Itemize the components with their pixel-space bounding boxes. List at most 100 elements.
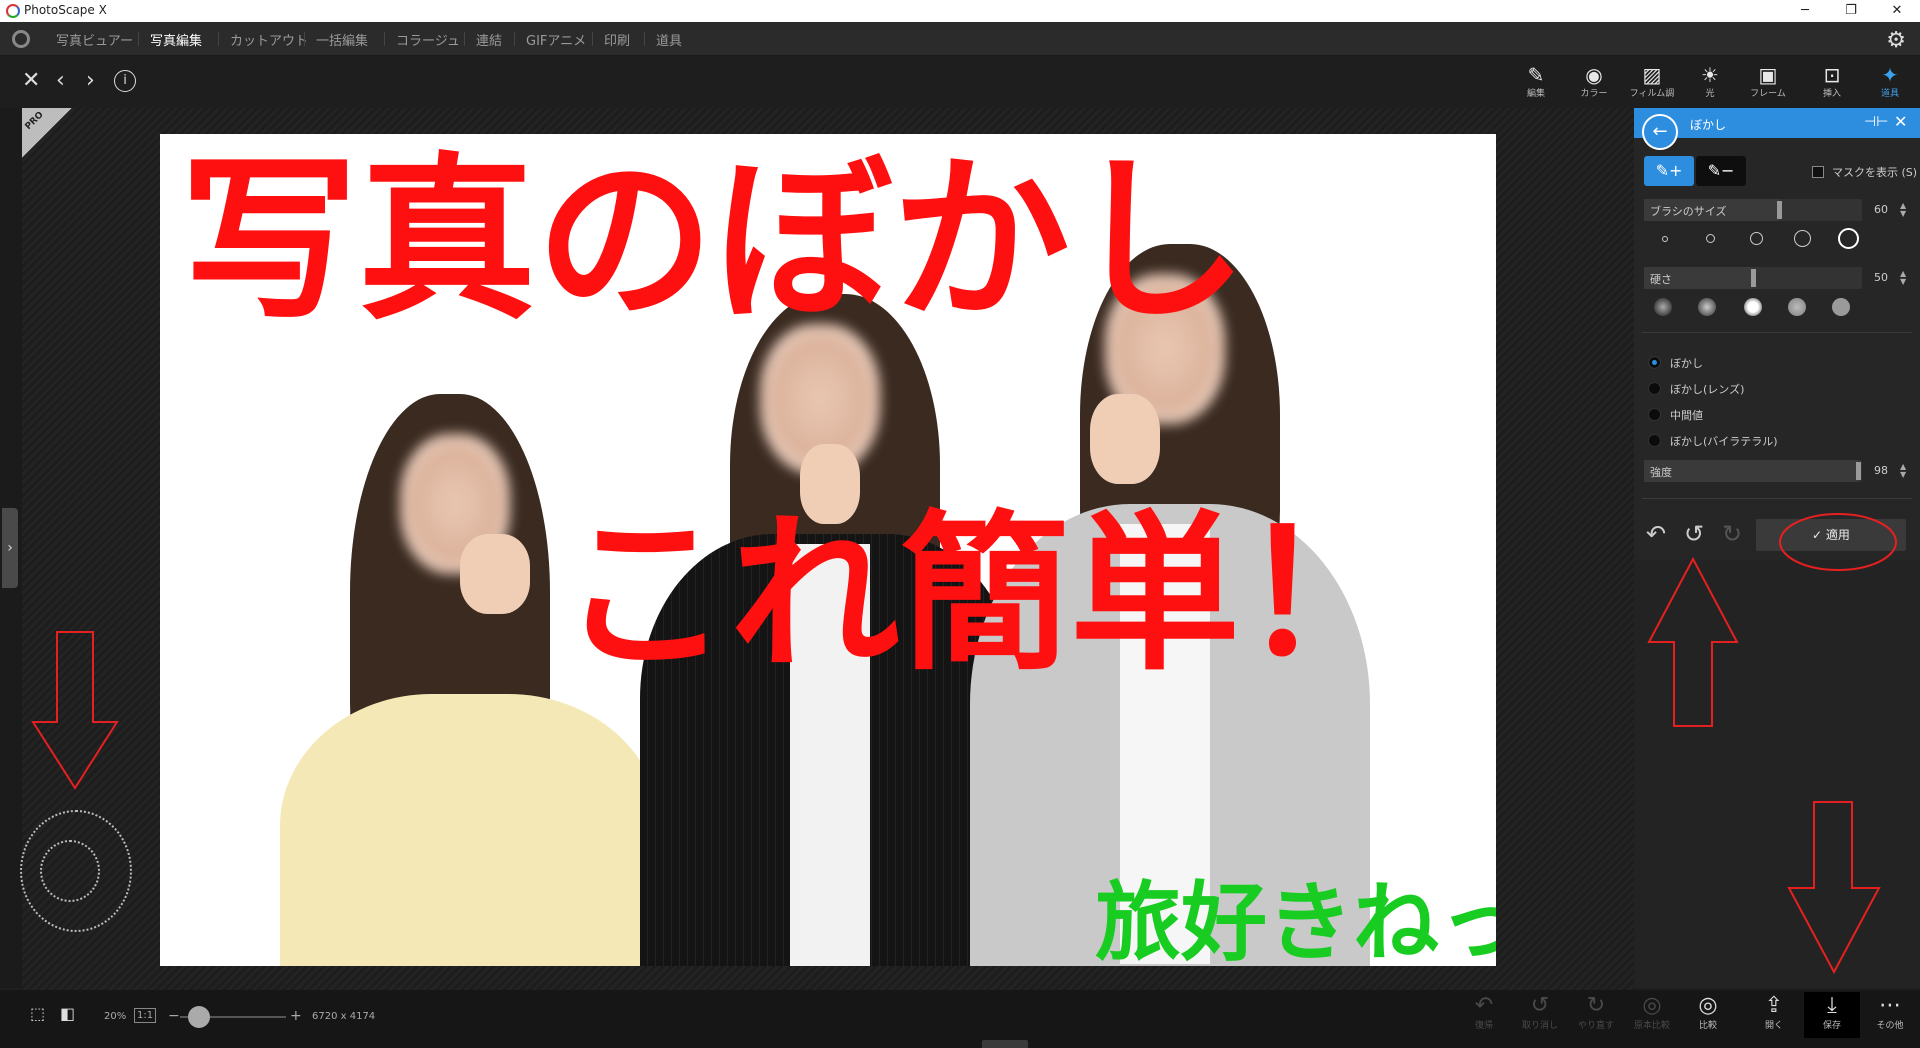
- brush-size-preset-3[interactable]: [1750, 232, 1763, 245]
- menu-batch[interactable]: 一括編集: [314, 30, 370, 49]
- menu-tools[interactable]: 道具: [654, 30, 684, 49]
- hardness-value[interactable]: 50: [1874, 271, 1888, 284]
- gear-icon[interactable]: ⚙: [1886, 28, 1906, 53]
- show-mask-checkbox[interactable]: [1812, 166, 1824, 178]
- back-arrow-icon[interactable]: ←: [1642, 114, 1678, 150]
- redo-button[interactable]: ↻ やり直す: [1568, 992, 1624, 1038]
- brush-erase-button[interactable]: ✎−: [1696, 156, 1746, 186]
- zoom-out-button[interactable]: −: [168, 1008, 180, 1024]
- app-home-icon[interactable]: [12, 30, 30, 48]
- panel-close-icon[interactable]: ✕: [1894, 112, 1907, 131]
- brush-size-stepper[interactable]: ▲ ▼: [1900, 202, 1906, 218]
- next-icon[interactable]: ›: [86, 68, 95, 93]
- tool-tools[interactable]: ✦ 道具: [1862, 62, 1918, 108]
- hardness-preset-1[interactable]: [1654, 298, 1672, 316]
- tool-color[interactable]: ◉ カラー: [1566, 62, 1622, 108]
- reset-icon[interactable]: ↶: [1646, 520, 1666, 548]
- strength-value[interactable]: 98: [1874, 464, 1888, 477]
- brush-minus-icon: ✎−: [1707, 161, 1735, 180]
- hardness-slider[interactable]: 硬さ: [1644, 267, 1862, 289]
- previous-icon[interactable]: ‹: [56, 68, 65, 93]
- menu-photo-viewer[interactable]: 写真ビュアー: [54, 30, 135, 49]
- restore-button[interactable]: ❐: [1828, 0, 1874, 22]
- redo-icon: ↻: [1586, 993, 1606, 1018]
- tool-insert[interactable]: ⊡ 挿入: [1804, 62, 1860, 108]
- brush-size-preset-1[interactable]: [1662, 236, 1668, 242]
- revert-button[interactable]: ↶ 復帰: [1456, 992, 1512, 1038]
- menu-combine[interactable]: 連結: [474, 30, 504, 49]
- minimize-button[interactable]: ─: [1782, 0, 1828, 22]
- color-icon: ◉: [1585, 63, 1603, 87]
- zoom-slider-knob[interactable]: [188, 1006, 210, 1028]
- pro-badge: PRO: [22, 108, 72, 158]
- strength-stepper[interactable]: ▲ ▼: [1900, 463, 1906, 479]
- image-dimensions: 6720 x 4174: [312, 1011, 376, 1022]
- hardness-preset-2[interactable]: [1698, 298, 1716, 316]
- tool-film[interactable]: ▨ フィルム調: [1624, 62, 1680, 108]
- menu-photo-editor[interactable]: 写真編集: [148, 30, 204, 49]
- brush-size-slider[interactable]: ブラシのサイズ: [1644, 199, 1862, 221]
- save-button[interactable]: ⤓ 保存: [1804, 992, 1860, 1038]
- hardness-knob[interactable]: [1751, 269, 1756, 287]
- mode-blur-radio[interactable]: [1648, 356, 1661, 369]
- menu-print[interactable]: 印刷: [602, 30, 632, 49]
- mode-median-label: 中間値: [1670, 409, 1703, 422]
- tool-light[interactable]: ☀ 光: [1682, 62, 1738, 108]
- editor-toolbar: ✕ ‹ › i ✎ 編集 ◉ カラー ▨ フィルム調 ☀ 光 ▣ フレーム ⊡ 挿入 ✦ 道具: [0, 56, 1920, 108]
- brush-size-value[interactable]: 60: [1874, 203, 1888, 216]
- split-view-icon[interactable]: ◧: [60, 1004, 75, 1023]
- brush-size-knob[interactable]: [1777, 201, 1783, 219]
- strength-fill: [1644, 460, 1858, 482]
- mode-bilateral-radio[interactable]: [1648, 434, 1661, 447]
- brush-add-button[interactable]: ✎+: [1644, 156, 1694, 186]
- undo-icon[interactable]: ↺: [1684, 520, 1704, 548]
- tools-icon: ✦: [1881, 63, 1899, 87]
- photo[interactable]: 写真のぼかし これ簡単！ 旅好きねっと: [160, 134, 1496, 966]
- mode-median-radio[interactable]: [1648, 408, 1661, 421]
- menu-cutout[interactable]: カットアウト: [228, 30, 310, 49]
- show-mask-label: マスクを表示 (S): [1832, 166, 1918, 179]
- hardness-preset-5[interactable]: [1832, 298, 1850, 316]
- save-download-icon: ⤓: [1827, 993, 1837, 1018]
- mode-lens-blur-radio[interactable]: [1648, 382, 1661, 395]
- bottom-drawer-handle[interactable]: [982, 1040, 1028, 1048]
- brush-plus-icon: ✎+: [1655, 161, 1683, 180]
- compare-button[interactable]: ◎ 比較: [1680, 992, 1736, 1038]
- hardness-preset-4[interactable]: [1788, 298, 1806, 316]
- tool-frame[interactable]: ▣ フレーム: [1740, 62, 1796, 108]
- more-button[interactable]: ⋯ その他: [1862, 992, 1918, 1038]
- close-icon[interactable]: ✕: [22, 68, 40, 93]
- zoom-level[interactable]: 20%: [104, 1011, 126, 1022]
- undo-button[interactable]: ↺ 取り消し: [1512, 992, 1568, 1038]
- annotation-arrow-up-right: [1647, 556, 1739, 727]
- hardness-preset-3[interactable]: [1744, 298, 1762, 316]
- watermark-text: 旅好きねっと: [1095, 873, 1496, 966]
- tool-edit[interactable]: ✎ 編集: [1508, 62, 1564, 108]
- annotation-arrow-down-save: [1787, 801, 1881, 975]
- menu-gif[interactable]: GIFアニメ: [524, 30, 588, 49]
- compare-original-button[interactable]: ◎ 原本比較: [1624, 992, 1680, 1038]
- zoom-in-button[interactable]: +: [290, 1008, 302, 1024]
- redo-icon[interactable]: ↻: [1722, 520, 1742, 548]
- brush-size-preset-5[interactable]: [1838, 228, 1859, 249]
- mode-blur-label: ぼかし: [1670, 357, 1703, 370]
- strength-slider[interactable]: 強度: [1644, 460, 1862, 482]
- selection-icon[interactable]: ⬚: [30, 1004, 45, 1023]
- compare-original-icon: ◎: [1642, 993, 1662, 1018]
- expand-sidebar-tab[interactable]: ›: [2, 508, 18, 588]
- hardness-stepper[interactable]: ▲ ▼: [1900, 270, 1906, 286]
- info-icon[interactable]: i: [114, 70, 136, 92]
- brush-size-preset-4[interactable]: [1794, 230, 1811, 247]
- brush-preview-inner: [40, 840, 100, 902]
- more-icon: ⋯: [1879, 993, 1901, 1018]
- pin-icon[interactable]: ⊣⊢: [1864, 114, 1888, 130]
- app-logo-icon: [6, 4, 20, 18]
- brush-size-preset-2[interactable]: [1706, 234, 1715, 243]
- actual-size-button[interactable]: 1:1: [134, 1008, 157, 1023]
- open-button[interactable]: ⇪ 開く: [1746, 992, 1802, 1038]
- annotation-ellipse-apply: [1779, 513, 1897, 571]
- strength-knob[interactable]: [1855, 462, 1861, 480]
- close-window-button[interactable]: ✕: [1874, 0, 1920, 22]
- window-titlebar: PhotoScape X ─ ❐ ✕: [0, 0, 1920, 22]
- menu-collage[interactable]: コラージュ: [394, 30, 462, 49]
